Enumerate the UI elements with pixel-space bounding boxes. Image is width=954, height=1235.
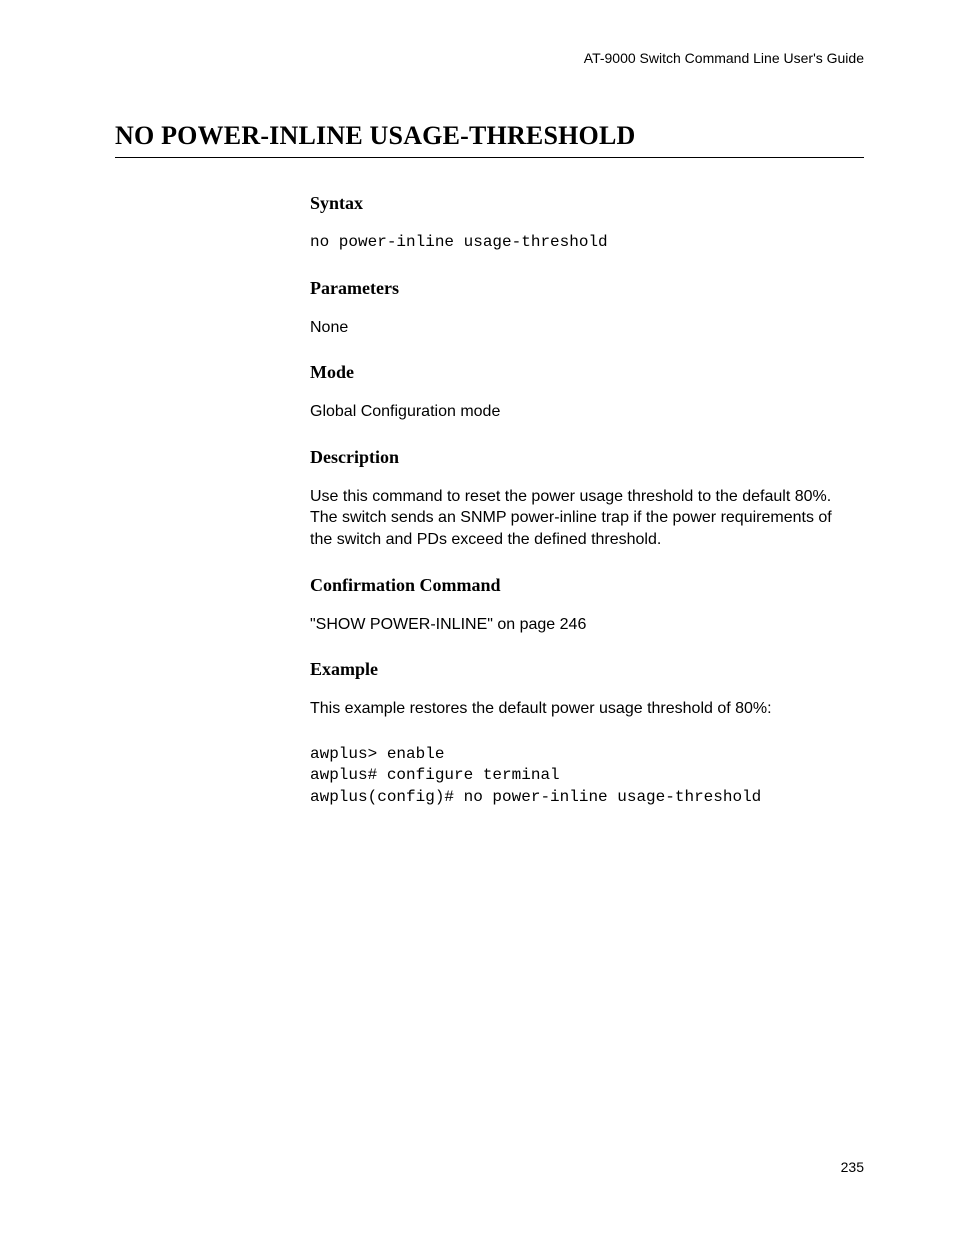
description-text: Use this command to reset the power usag… — [310, 486, 855, 551]
parameters-text: None — [310, 317, 855, 339]
confirmation-heading: Confirmation Command — [310, 575, 855, 596]
example-code: awplus> enable awplus# configure termina… — [310, 744, 855, 809]
syntax-code: no power-inline usage-threshold — [310, 232, 855, 254]
example-heading: Example — [310, 659, 855, 680]
mode-text: Global Configuration mode — [310, 401, 855, 423]
header-guide-title: AT-9000 Switch Command Line User's Guide — [115, 50, 864, 66]
parameters-heading: Parameters — [310, 278, 855, 299]
page-title: NO POWER-INLINE USAGE-THRESHOLD — [115, 121, 864, 151]
mode-heading: Mode — [310, 362, 855, 383]
content-block: Syntax no power-inline usage-threshold P… — [310, 193, 855, 809]
example-intro: This example restores the default power … — [310, 698, 855, 720]
description-heading: Description — [310, 447, 855, 468]
confirmation-text: "SHOW POWER-INLINE" on page 246 — [310, 614, 855, 636]
page-number: 235 — [841, 1159, 864, 1175]
syntax-heading: Syntax — [310, 193, 855, 214]
document-page: AT-9000 Switch Command Line User's Guide… — [0, 0, 954, 1235]
title-rule — [115, 157, 864, 158]
